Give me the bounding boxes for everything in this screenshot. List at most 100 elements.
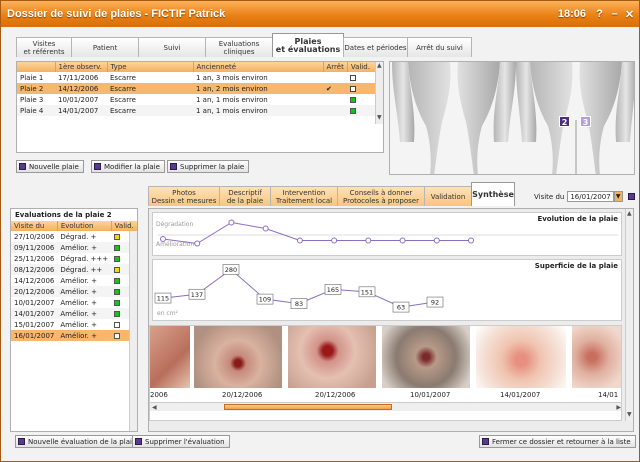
scroll-down-icon[interactable]: ▼ <box>627 411 632 418</box>
evolution-point[interactable] <box>228 219 235 226</box>
tab-synthese[interactable]: Synthèse <box>471 182 515 206</box>
tab-evaluations[interactable]: Evaluations cliniques <box>205 37 273 57</box>
valid-square <box>114 288 121 295</box>
table-row[interactable]: Plaie 3 10/01/2007 Escarre 1 an, 1 mois … <box>17 94 383 105</box>
window-title: Dossier de suivi de plaies - FICTIF Patr… <box>7 8 226 20</box>
valid-checkbox[interactable] <box>350 74 357 81</box>
scrollbar-thumb[interactable] <box>224 404 392 410</box>
col-header: 1ère observ. <box>55 62 108 72</box>
evolution-point[interactable] <box>365 237 372 244</box>
eval-date: 20/12/2006 <box>11 286 58 297</box>
evolution-point[interactable] <box>433 237 440 244</box>
chevron-down-icon[interactable]: ▼ <box>613 191 623 202</box>
visit-date-select[interactable]: 16/01/2007 <box>567 191 614 202</box>
table-row[interactable]: Plaie 2 14/12/2006 Escarre 1 an, 2 mois … <box>17 83 383 94</box>
evolution-point[interactable] <box>331 237 338 244</box>
close-icon[interactable]: ✕ <box>624 8 635 21</box>
wound-photo[interactable] <box>150 326 192 388</box>
tab-suivi[interactable]: Suivi <box>138 37 206 57</box>
tab-patient[interactable]: Patient <box>71 37 139 57</box>
table-row[interactable]: Plaie 1 17/11/2006 Escarre 1 an, 3 mois … <box>17 72 383 83</box>
photo-scrollbar[interactable]: ◀ ▶ <box>150 402 621 411</box>
photo-date: 14/01 <box>598 391 619 399</box>
synthese-scrollbar[interactable]: ▲ ▼ <box>625 209 633 421</box>
wound-photo[interactable] <box>194 326 284 388</box>
tab-validation[interactable]: Validation <box>424 186 472 206</box>
scroll-up-icon[interactable]: ▲ <box>627 210 632 217</box>
tab-arret[interactable]: Arrêt du suivi <box>407 37 472 57</box>
wound-age: 1 an, 3 mois environ <box>196 73 268 82</box>
valid-square <box>114 299 121 306</box>
evolution-point[interactable] <box>296 237 303 244</box>
table-row[interactable]: 27/10/2006 Dégrad. + <box>11 231 137 242</box>
tab-visites[interactable]: Visites et référents <box>16 37 72 57</box>
back-body-icon <box>516 62 634 174</box>
tab-intervention[interactable]: Intervention Traitement local <box>270 186 338 206</box>
scroll-right-icon[interactable]: ▶ <box>616 404 621 411</box>
table-row[interactable]: 09/11/2006 Amélior. + <box>11 242 138 253</box>
wounds-scrollbar[interactable]: ▲ ▼ <box>375 62 383 124</box>
tab-plaies[interactable]: Plaies et évaluations <box>272 33 344 57</box>
surface-value-label: 165 <box>327 286 339 294</box>
evolution-point[interactable] <box>399 237 406 244</box>
wound-photo[interactable] <box>288 326 378 388</box>
table-row[interactable]: 15/01/2007 Amélior. + <box>11 319 137 330</box>
wound-date: 17/11/2006 <box>58 73 99 82</box>
surface-value-label: 83 <box>295 300 303 308</box>
wound-date: 14/12/2006 <box>55 83 107 94</box>
valid-checkbox[interactable] <box>350 85 357 92</box>
wound-photo[interactable] <box>382 326 472 388</box>
wound-date: 14/01/2007 <box>55 105 107 116</box>
tab-descriptif[interactable]: Descriptif de la plaie <box>219 186 271 206</box>
body-map[interactable]: 2 3 <box>389 61 635 175</box>
wound-photo[interactable] <box>572 326 621 388</box>
wound-marker-3[interactable]: 3 <box>580 116 591 127</box>
eval-evolution: Amélior. + <box>57 242 112 253</box>
surface-value-label: 280 <box>225 266 237 274</box>
visit-label: Visite du <box>534 192 565 201</box>
tab-conseils[interactable]: Conseils à donner Protocoles à proposer <box>337 186 425 206</box>
edit-wound-button[interactable]: Modifier la plaie <box>91 160 165 173</box>
table-row[interactable]: 16/01/2007 Amélior. + <box>11 330 138 341</box>
evolution-point[interactable] <box>262 225 269 232</box>
surface-value-label: 109 <box>259 296 271 304</box>
evolution-point[interactable] <box>160 236 166 242</box>
wound-photo[interactable] <box>476 326 568 388</box>
eval-date: 25/11/2006 <box>14 254 55 263</box>
close-file-button[interactable]: Fermer ce dossier et retourner à la list… <box>479 435 636 448</box>
eval-date: 14/12/2006 <box>14 276 55 285</box>
scroll-down-icon[interactable]: ▼ <box>377 114 382 121</box>
eval-evolution: Amélior. + <box>60 298 97 307</box>
evolution-series <box>162 221 471 245</box>
new-wound-button[interactable]: Nouvelle plaie <box>16 160 84 173</box>
table-row[interactable]: 08/12/2006 Dégrad. ++ <box>11 264 138 275</box>
title-bar: Dossier de suivi de plaies - FICTIF Patr… <box>1 1 639 27</box>
eval-date: 10/01/2007 <box>14 298 55 307</box>
eval-evolution: Amélior. + <box>57 330 112 341</box>
table-row[interactable]: 10/01/2007 Amélior. + <box>11 297 137 308</box>
delete-wound-button[interactable]: Supprimer la plaie <box>167 160 250 173</box>
delete-evaluation-button[interactable]: Supprimer l'évaluation <box>132 435 230 448</box>
help-icon[interactable]: ? <box>594 8 605 20</box>
wound-name: Plaie 1 <box>20 73 44 82</box>
wound-marker-2[interactable]: 2 <box>559 116 570 127</box>
eval-date: 09/11/2006 <box>11 242 58 253</box>
evaluations-scrollbar[interactable] <box>129 231 137 431</box>
table-row[interactable]: Plaie 4 14/01/2007 Escarre 1 an, 1 mois … <box>17 105 383 116</box>
main-tab-bar: Visites et référents Patient Suivi Evalua… <box>16 33 472 57</box>
scroll-up-icon[interactable]: ▲ <box>377 62 382 69</box>
visit-action-icon[interactable] <box>627 193 635 200</box>
table-row[interactable]: 25/11/2006 Dégrad. +++ <box>11 253 137 264</box>
eval-evolution: Amélior. + <box>57 286 112 297</box>
eval-evolution: Dégrad. ++ <box>57 264 112 275</box>
table-row[interactable]: 14/12/2006 Amélior. + <box>11 275 137 286</box>
new-evaluation-button[interactable]: Nouvelle évaluation de la plaie <box>15 435 142 448</box>
table-row[interactable]: 20/12/2006 Amélior. + <box>11 286 138 297</box>
minimize-icon[interactable]: – <box>609 8 620 20</box>
tab-photos[interactable]: Photos Dessin et mesures <box>148 186 220 206</box>
evolution-point[interactable] <box>194 240 201 247</box>
table-row[interactable]: 14/01/2007 Amélior. + <box>11 308 138 319</box>
tab-dates[interactable]: Dates et périodes <box>343 37 408 57</box>
evolution-point[interactable] <box>468 237 474 244</box>
scroll-left-icon[interactable]: ◀ <box>152 404 157 411</box>
